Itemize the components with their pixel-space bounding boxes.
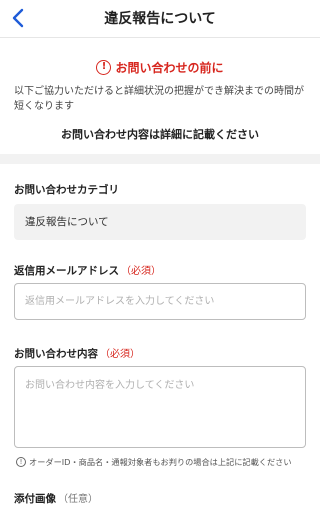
content-hint-text: オーダーID・商品名・通報対象者もお判りの場合は上記に記載ください bbox=[29, 457, 292, 467]
header-bar: 違反報告について bbox=[0, 0, 320, 38]
content-hint: ! オーダーID・商品名・通報対象者もお判りの場合は上記に記載ください bbox=[16, 455, 314, 469]
content-textarea[interactable] bbox=[14, 366, 306, 448]
category-label: お問い合わせカテゴリ bbox=[14, 182, 119, 197]
required-badge: （必須） bbox=[121, 266, 161, 277]
optional-badge: （任意） bbox=[58, 494, 98, 505]
category-value: 違反報告について bbox=[14, 204, 306, 240]
email-label-text: 返信用メールアドレス bbox=[14, 265, 119, 277]
notice-body: 以下ご協力いただけると詳細状況の把握ができ解決までの時間が短くなります bbox=[14, 86, 304, 112]
exclamation-circle-icon: ! bbox=[16, 457, 26, 467]
attachment-label: 添付画像 （任意） bbox=[14, 490, 98, 506]
page-title: 違反報告について bbox=[104, 11, 216, 27]
back-button[interactable] bbox=[4, 4, 32, 32]
exclamation-circle-icon: ! bbox=[96, 59, 112, 75]
section-divider bbox=[0, 154, 320, 164]
notice-heading: ! お問い合わせの前に bbox=[0, 58, 320, 76]
content-label: お問い合わせ内容 （必須） bbox=[14, 345, 140, 361]
category-label-text: お問い合わせカテゴリ bbox=[14, 184, 119, 196]
chevron-left-icon bbox=[12, 8, 24, 28]
notice-emphasis: お問い合わせ内容は詳細に記載ください bbox=[61, 128, 259, 141]
email-field[interactable] bbox=[14, 283, 306, 320]
notice-heading-text: お問い合わせの前に bbox=[115, 60, 224, 75]
email-label: 返信用メールアドレス （必須） bbox=[14, 262, 161, 278]
content-label-text: お問い合わせ内容 bbox=[14, 348, 98, 360]
notice-panel: ! お問い合わせの前に 以下ご協力いただけると詳細状況の把握ができ解決までの時間… bbox=[0, 38, 320, 154]
attachment-label-text: 添付画像 bbox=[14, 493, 56, 505]
required-badge: （必須） bbox=[100, 349, 140, 360]
